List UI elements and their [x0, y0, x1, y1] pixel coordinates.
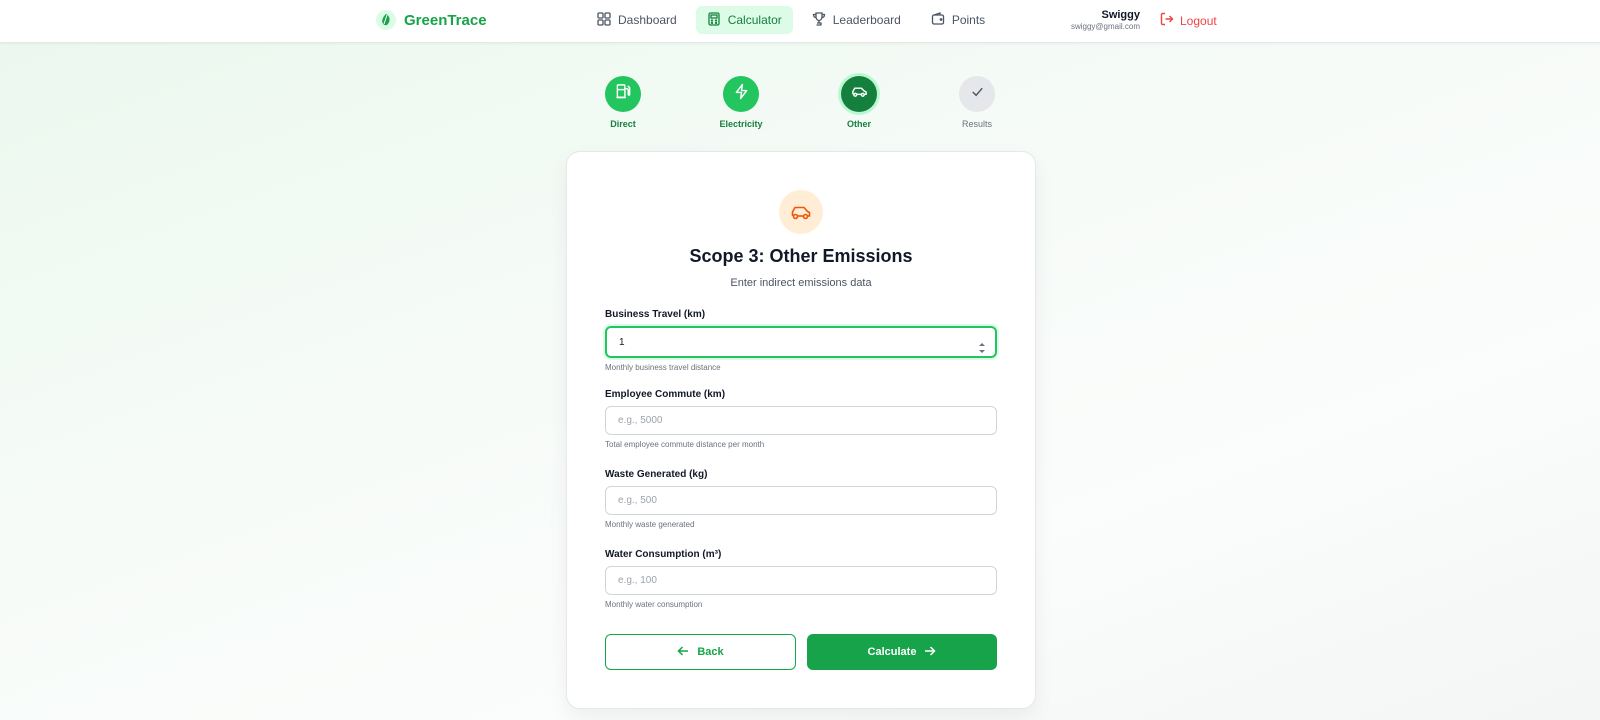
water-consumption-input[interactable] [605, 566, 997, 595]
waste-generated-field: Waste Generated (kg) Monthly waste gener… [605, 469, 998, 529]
user-name: Swiggy [1101, 9, 1140, 21]
business-travel-label: Business Travel (km) [605, 309, 706, 320]
logout-icon [1160, 12, 1174, 29]
check-icon [969, 83, 986, 105]
business-travel-help: Monthly business travel distance [605, 363, 721, 372]
dashboard-icon [597, 11, 611, 29]
step-other[interactable]: Other [819, 76, 899, 129]
leaf-logo-icon [376, 10, 396, 30]
user-info: Swiggy swiggy@gmail.com [1040, 9, 1140, 31]
arrow-right-icon [924, 645, 937, 660]
employee-commute-help: Total employee commute distance per mont… [605, 440, 765, 449]
waste-generated-input[interactable] [605, 486, 997, 515]
arrow-left-icon [677, 645, 689, 660]
wallet-icon [931, 11, 945, 29]
nav-dashboard-label: Dashboard [618, 13, 677, 27]
nav-points-label: Points [951, 13, 986, 27]
step-direct-label: Direct [610, 119, 636, 129]
waste-generated-help: Monthly waste generated [605, 520, 695, 529]
business-travel-input-wrap [605, 326, 998, 358]
step-results-circle [959, 76, 995, 112]
business-travel-field: Business Travel (km) Monthly business tr… [605, 309, 998, 372]
main-nav: Dashboard Calculator Leaderboard Points [586, 6, 996, 34]
step-results-label: Results [961, 119, 992, 129]
logout-label: Logout [1180, 13, 1217, 28]
step-electricity-label: Electricity [719, 119, 763, 129]
card-title: Scope 3: Other Emissions [689, 246, 913, 266]
card-subtitle: Enter indirect emissions data [730, 277, 872, 289]
top-navigation-bar: GreenTrace Dashboard Calculator Leaderbo… [0, 0, 1600, 43]
logout-button[interactable]: Logout [1160, 12, 1217, 29]
nav-calculator-label: Calculator [727, 13, 782, 27]
waste-generated-label: Waste Generated (kg) [605, 469, 708, 480]
step-direct[interactable]: Direct [583, 76, 663, 129]
calculator-icon [707, 11, 721, 29]
nav-points[interactable]: Points [920, 6, 996, 34]
calculate-button[interactable]: Calculate [807, 634, 997, 670]
employee-commute-input[interactable] [605, 406, 997, 435]
nav-leaderboard-label: Leaderboard [832, 13, 901, 27]
employee-commute-label: Employee Commute (km) [605, 389, 726, 400]
lightning-icon [733, 83, 750, 105]
calculate-label: Calculate [867, 646, 917, 658]
employee-commute-field: Employee Commute (km) Total employee com… [605, 389, 998, 449]
nav-calculator[interactable]: Calculator [695, 6, 793, 34]
car-icon [851, 83, 868, 105]
nav-dashboard[interactable]: Dashboard [586, 6, 688, 34]
step-other-circle [841, 76, 877, 112]
user-email: swiggy@gmail.com [1070, 22, 1140, 31]
step-results[interactable]: Results [937, 76, 1017, 129]
nav-leaderboard[interactable]: Leaderboard [801, 6, 912, 34]
progress-stepper: Direct Electricity Other Results [0, 76, 1600, 136]
brand[interactable]: GreenTrace [376, 10, 487, 30]
water-consumption-field: Water Consumption (m³) Monthly water con… [605, 549, 998, 609]
card-car-icon [779, 190, 823, 234]
business-travel-input[interactable] [605, 326, 997, 358]
water-consumption-help: Monthly water consumption [605, 600, 703, 609]
step-direct-circle [605, 76, 641, 112]
step-electricity[interactable]: Electricity [701, 76, 781, 129]
fuel-pump-icon [615, 83, 632, 105]
scope3-form-card: Scope 3: Other Emissions Enter indirect … [566, 151, 1036, 709]
back-label: Back [697, 646, 724, 658]
number-spinner-icon[interactable] [978, 341, 986, 355]
back-button[interactable]: Back [605, 634, 796, 670]
step-electricity-circle [723, 76, 759, 112]
step-other-label: Other [846, 119, 871, 129]
trophy-icon [812, 11, 826, 29]
brand-name: GreenTrace [404, 11, 487, 29]
water-consumption-label: Water Consumption (m³) [605, 549, 722, 560]
